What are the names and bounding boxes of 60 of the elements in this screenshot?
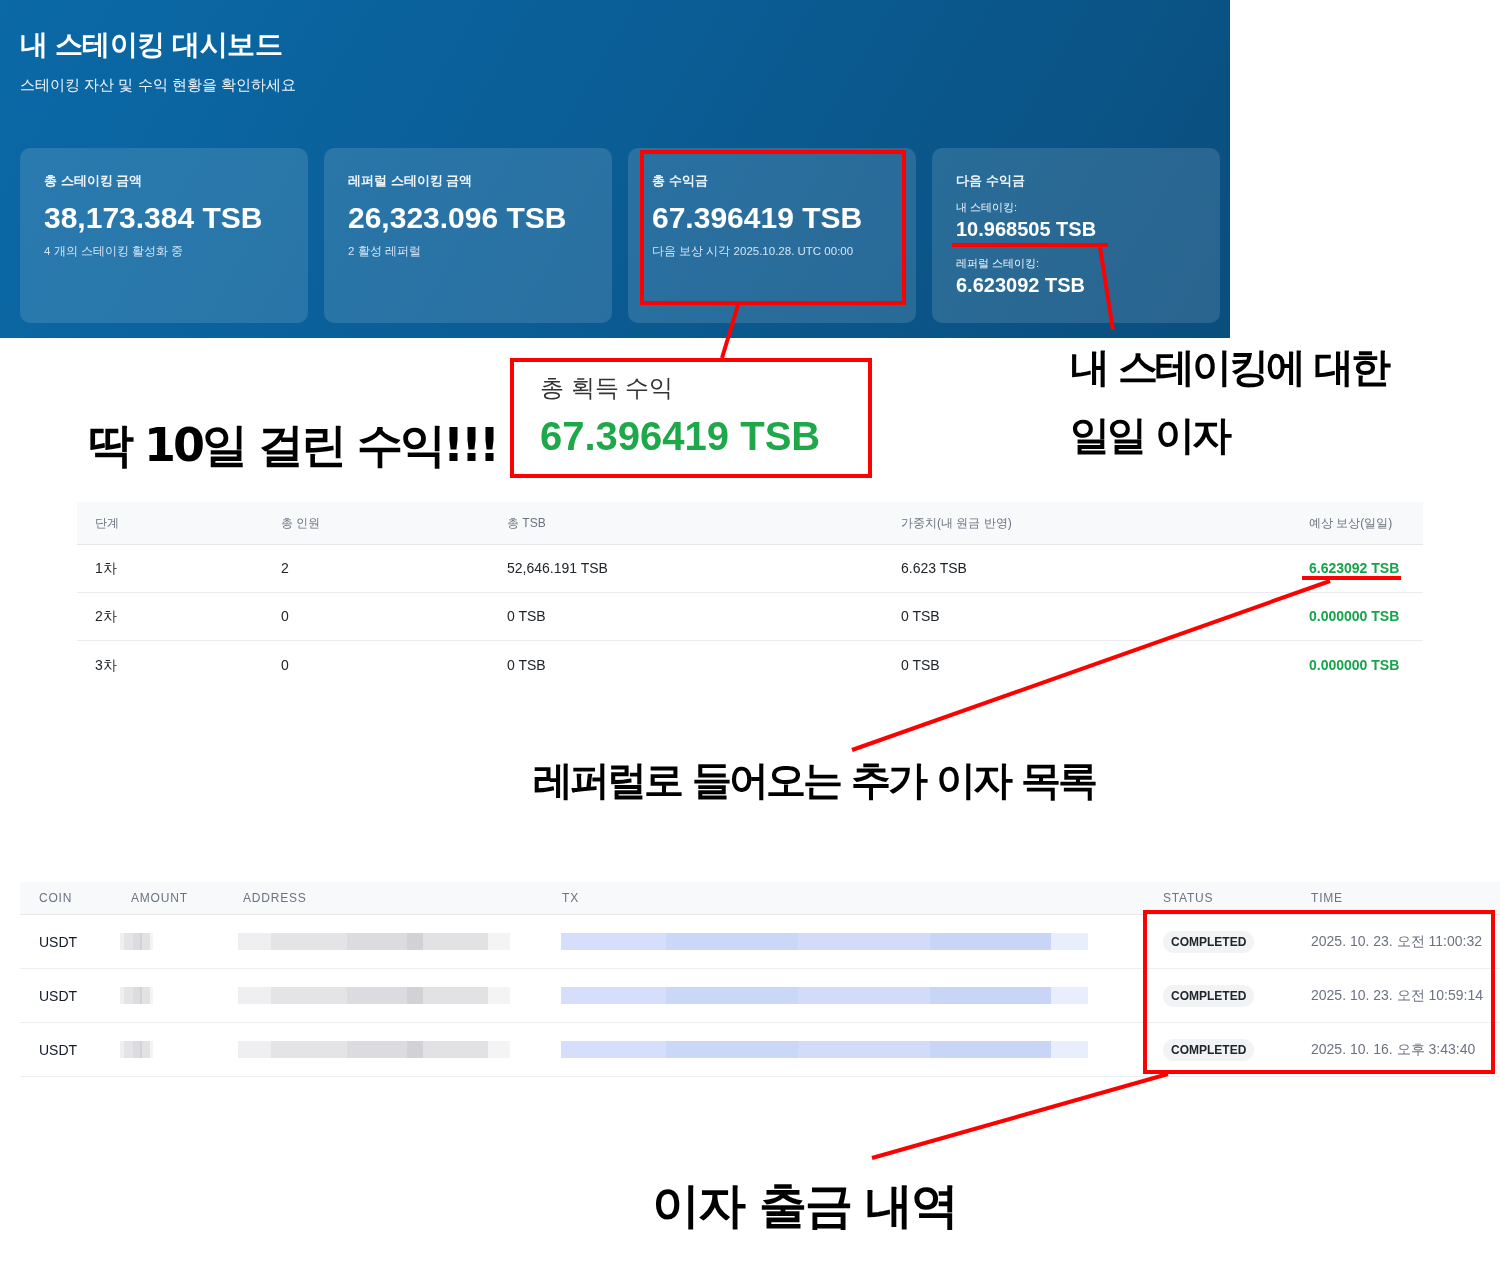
entry-value: 6.623092 TSB bbox=[956, 273, 1085, 297]
status-badge: COMPLETED bbox=[1163, 1038, 1255, 1061]
card-note: 2 활성 레퍼럴 bbox=[348, 244, 421, 258]
table-cell: 0 bbox=[281, 608, 289, 625]
card-label: 총 스테이킹 금액 bbox=[44, 173, 143, 189]
table-cell: 0 TSB bbox=[507, 656, 546, 674]
card-label: 레퍼럴 스테이킹 금액 bbox=[348, 173, 473, 189]
table-cell: 0 bbox=[281, 656, 289, 674]
column-header: 가중치(내 원금 반영) bbox=[901, 514, 1012, 532]
card-value: 26,323.096 TSB bbox=[348, 200, 567, 236]
column-header: COIN bbox=[39, 891, 73, 905]
redacted-block bbox=[120, 1041, 153, 1058]
column-header: AMOUNT bbox=[131, 891, 188, 905]
column-header: 단계 bbox=[95, 514, 119, 532]
table-cell: 2차 bbox=[95, 608, 117, 625]
annotation-caption: 딱 10일 걸린 수익!!! bbox=[88, 418, 497, 472]
table-cell: 6.623 TSB bbox=[901, 560, 967, 577]
card-note: 4 개의 스테이킹 활성화 중 bbox=[44, 244, 184, 258]
reward-value: 0.000000 TSB bbox=[1309, 608, 1400, 625]
page-title: 내 스테이킹 대시보드 bbox=[20, 28, 283, 62]
annotation-caption: 레퍼럴로 들어오는 추가 이자 목록 bbox=[533, 756, 1095, 804]
entry-label: 내 스테이킹: bbox=[956, 200, 1018, 214]
column-header: 예상 보상(일일) bbox=[1309, 514, 1393, 532]
redacted-block bbox=[120, 933, 153, 950]
table-cell: 2025. 10. 23. 오전 11:00:32 bbox=[1311, 932, 1482, 951]
card-label: 총 수익금 bbox=[652, 173, 708, 189]
card-note: 다음 보상 시각 2025.10.28. UTC 00:00 bbox=[652, 244, 854, 258]
table-cell: USDT bbox=[39, 1041, 78, 1058]
card-value: 38,173.384 TSB bbox=[44, 200, 263, 236]
table-cell: 0 TSB bbox=[901, 608, 940, 625]
card-value: 67.396419 TSB bbox=[652, 200, 863, 236]
reward-value: 6.623092 TSB bbox=[1309, 560, 1400, 577]
table-cell: 0 TSB bbox=[901, 656, 940, 674]
column-header: STATUS bbox=[1163, 891, 1214, 905]
table-cell: USDT bbox=[39, 933, 78, 950]
table-cell: 1차 bbox=[95, 560, 117, 577]
entry-label: 레퍼럴 스테이킹: bbox=[956, 256, 1040, 270]
status-badge: COMPLETED bbox=[1163, 984, 1255, 1007]
column-header: TX bbox=[562, 891, 579, 905]
table-cell: 2 bbox=[281, 560, 289, 577]
table-cell: 0 TSB bbox=[507, 608, 546, 625]
card-label: 다음 수익금 bbox=[956, 173, 1025, 189]
column-header: TIME bbox=[1311, 891, 1343, 905]
status-badge: COMPLETED bbox=[1163, 930, 1255, 953]
table-cell: USDT bbox=[39, 987, 78, 1004]
column-header: 총 TSB bbox=[507, 514, 546, 532]
table-cell: 52,646.191 TSB bbox=[507, 560, 608, 577]
table-cell: 2025. 10. 16. 오후 3:43:40 bbox=[1311, 1040, 1476, 1059]
annotation-caption: 내 스테이킹에 대한 일일 이자 bbox=[1070, 343, 1390, 460]
redacted-block bbox=[120, 987, 153, 1004]
entry-value: 10.968505 TSB bbox=[956, 217, 1097, 241]
callout-value: 67.396419 TSB bbox=[540, 413, 821, 459]
callout-label: 총 획득 수익 bbox=[540, 373, 674, 403]
column-header: 총 인원 bbox=[281, 514, 321, 532]
reward-value: 0.000000 TSB bbox=[1309, 656, 1400, 674]
table-cell: 3차 bbox=[95, 656, 117, 674]
page-subtitle: 스테이킹 자산 및 수익 현황을 확인하세요 bbox=[20, 75, 296, 95]
table-cell: 2025. 10. 23. 오전 10:59:14 bbox=[1311, 986, 1483, 1005]
annotation-caption: 이자 출금 내역 bbox=[652, 1176, 958, 1234]
column-header: ADDRESS bbox=[243, 891, 307, 905]
